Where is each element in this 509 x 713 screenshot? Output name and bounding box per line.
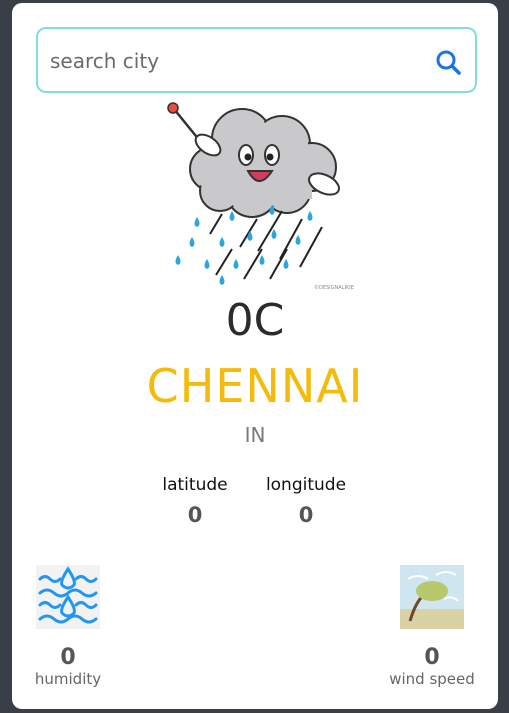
- humidity-label: humidity: [34, 670, 102, 688]
- longitude-block: longitude 0: [256, 475, 356, 527]
- watermark-text: ©DESIGNALIKIE: [314, 284, 354, 291]
- temperature: 0C: [225, 295, 285, 346]
- search-input[interactable]: [50, 41, 420, 81]
- longitude-value: 0: [298, 503, 314, 527]
- longitude-label: longitude: [265, 475, 347, 495]
- wind-icon: [400, 565, 464, 629]
- humidity-icon: [36, 565, 100, 629]
- latitude-block: latitude 0: [155, 475, 235, 527]
- humidity-block: 0 humidity: [30, 565, 106, 688]
- wind-speed-value: 0: [424, 645, 440, 670]
- search-box: [36, 27, 477, 93]
- search-icon[interactable]: [435, 49, 461, 75]
- latitude-label: latitude: [162, 475, 228, 495]
- humidity-value: 0: [60, 645, 76, 670]
- city-name: CHENNAI: [146, 359, 364, 413]
- latitude-value: 0: [187, 503, 203, 527]
- wind-block: 0 wind speed: [384, 565, 480, 688]
- weather-card: ©DESIGNALIKIE 0C CHENNAI IN latitude 0 l…: [12, 3, 498, 709]
- rain-cloud-icon: ©DESIGNALIKIE: [167, 102, 354, 291]
- wind-speed-label: wind speed: [389, 670, 475, 688]
- country-code: IN: [244, 423, 266, 447]
